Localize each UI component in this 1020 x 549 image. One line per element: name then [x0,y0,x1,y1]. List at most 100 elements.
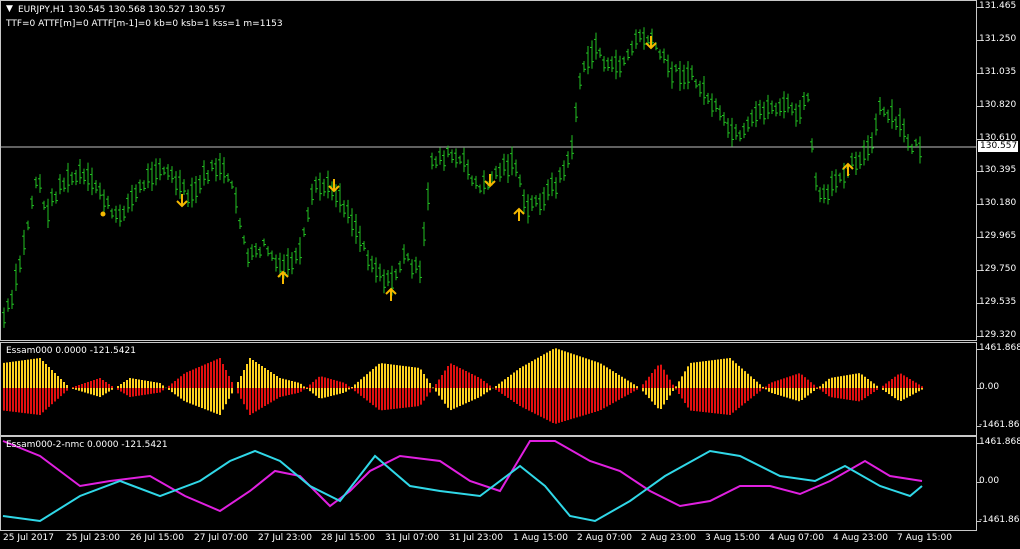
histogram-bar [135,379,137,397]
histogram-bar [435,384,437,392]
oscillator-tick: 0.00 [979,476,1000,486]
histogram-bar [453,365,455,409]
histogram-bar [765,386,767,390]
candle [858,151,862,169]
histogram-bar [321,376,323,399]
candle [66,162,70,193]
histogram-bar [465,371,467,404]
histogram-bar [843,375,845,400]
candle [102,189,106,212]
candle [122,205,126,221]
candle [362,241,366,251]
candle [686,61,690,90]
histogram-tick: 0.00 [979,382,1000,392]
histogram-bar [549,350,551,422]
histogram-bar [705,361,707,413]
price-tick: 131.250 [979,34,1017,44]
histogram-bar [261,366,263,408]
arrow-up-icon [513,207,525,221]
candle [818,187,822,203]
histogram-bar [318,376,320,399]
candle [674,64,678,73]
candle [174,171,178,196]
histogram-bar [105,382,107,394]
histogram-bar [186,372,188,403]
candle [270,250,274,261]
histogram-bar [807,379,809,396]
candle [746,116,750,132]
candle [558,167,562,183]
histogram-bar [75,386,77,390]
histogram-bar [504,379,506,396]
histogram-bar [792,375,794,400]
histogram-bar [828,378,830,397]
candle [154,158,158,186]
histogram-bar [489,385,491,391]
candle [494,165,498,179]
histogram-bar [627,380,629,395]
candle [94,180,98,194]
histogram-bar [837,376,839,399]
candle [146,163,150,189]
histogram-bar [648,376,650,399]
histogram-bar [333,379,335,396]
histogram-bar [183,373,185,401]
histogram-bar [606,367,608,407]
histogram-bar [783,378,785,397]
histogram-bar [708,360,710,413]
candle [894,116,898,130]
candle [218,153,222,181]
histogram-bar [111,386,113,390]
histogram-bar [405,366,407,408]
histogram-bar [423,374,425,401]
candle [738,130,742,142]
histogram-bar [846,375,848,400]
candle [298,237,302,265]
histogram-bar [138,379,140,396]
candle [726,118,730,138]
candle [630,40,634,56]
candle [750,109,754,127]
time-label: 27 Jul 07:00 [194,533,248,543]
histogram-bar [753,379,755,397]
time-label: 7 Aug 15:00 [897,533,952,543]
histogram-bar [822,383,824,392]
time-label: 2 Aug 23:00 [641,533,696,543]
candle [62,177,66,192]
candle [202,160,206,186]
histogram-bar [267,370,269,405]
histogram-bar [324,377,326,398]
histogram-bar [345,383,347,392]
candle [42,200,46,210]
candle [826,184,830,205]
candle [46,198,50,229]
candle [910,143,914,154]
histogram-bar [816,387,818,389]
histogram-bar [189,370,191,404]
histogram-bar [144,380,146,395]
histogram-bar [513,372,515,402]
time-label: 25 Jul 2017 [3,533,54,543]
symbol-info: EURJPY,H1 130.545 130.568 130.527 130.55… [18,5,226,15]
histogram-bar [456,366,458,408]
candle [458,155,462,165]
histogram-bar [477,377,479,398]
histogram-bar [747,373,749,401]
histogram-bar [225,370,227,405]
candle [690,65,694,81]
histogram-bar [849,374,851,400]
histogram-bar [153,382,155,394]
candle [590,40,594,69]
histogram-bar [720,359,722,414]
candle [150,161,154,192]
histogram-bar [39,358,41,415]
candle [354,214,358,244]
histogram-bar [915,382,917,393]
candle [658,49,662,60]
histogram-bar [570,353,572,420]
candle [342,200,346,218]
dropdown-icon[interactable]: ▼ [6,4,13,14]
histogram-bar [912,380,914,395]
histogram-bar [297,382,299,393]
histogram-bar [285,379,287,396]
